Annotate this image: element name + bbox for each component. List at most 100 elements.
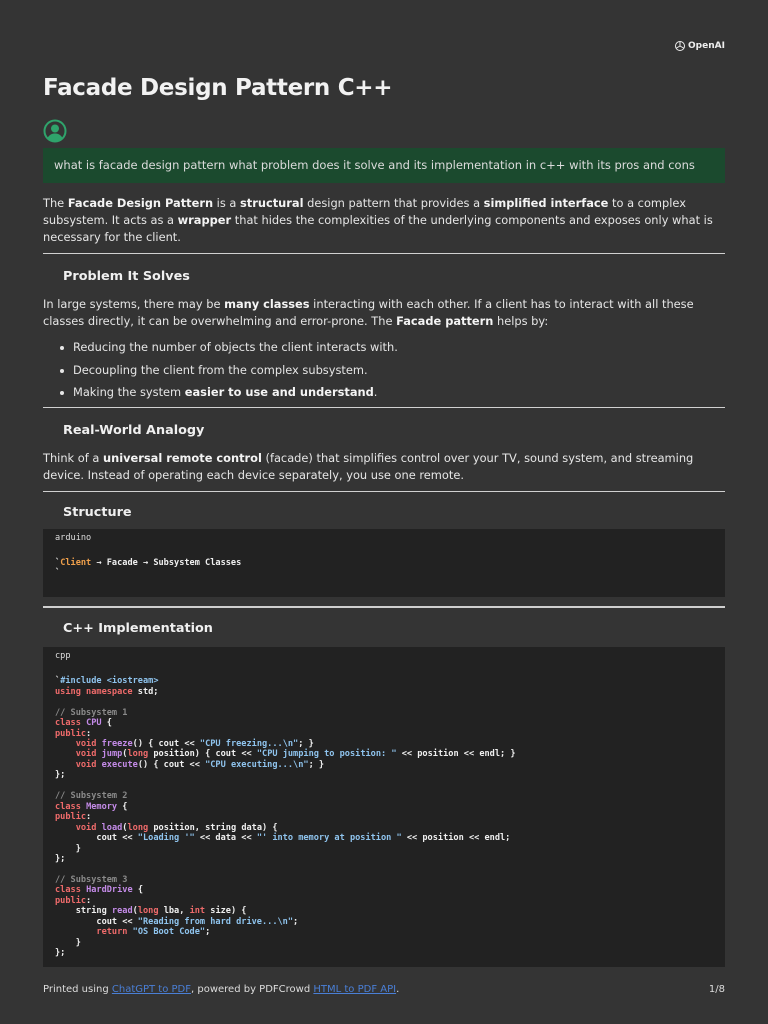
user-avatar-icon: [43, 119, 67, 143]
code-token: :: [86, 812, 92, 823]
footer: Printed using ChatGPT to PDF, powered by…: [43, 984, 725, 995]
code-token: std;: [132, 686, 159, 697]
code-token: int: [189, 906, 206, 917]
code-token: "CPU executing...\n": [205, 759, 309, 770]
code-token: `: [55, 568, 61, 579]
bullet-item: Making the system easier to use and unde…: [43, 384, 725, 401]
analogy-paragraph: Think of a universal remote control (fac…: [43, 450, 725, 484]
code-token: // Subsystem 2: [55, 791, 128, 802]
code-token: };: [55, 853, 66, 864]
heading-implementation: C++ Implementation: [63, 620, 213, 636]
footer-prefix: Printed using: [43, 984, 112, 995]
code-line: void execute() { cout << "CPU executing.…: [55, 760, 713, 770]
bold-text: Facade pattern: [396, 314, 494, 328]
text-segment: Think of a: [43, 450, 103, 465]
code-token: lba,: [158, 906, 190, 917]
code-line: };: [55, 948, 713, 958]
text-segment: design pattern that provides a: [303, 196, 484, 210]
code-token: long: [127, 749, 149, 760]
heading-structure: Structure: [63, 504, 132, 520]
openai-icon: [675, 41, 685, 51]
code-line: `#include <iostream>: [55, 676, 713, 686]
code-token: () { cout <<: [137, 759, 206, 770]
code-token: void: [75, 749, 97, 760]
bold-text: many classes: [224, 297, 310, 311]
bold-text: wrapper: [177, 213, 232, 227]
code-token: };: [55, 948, 66, 959]
code-line: cout << "Reading from hard drive...\n";: [55, 917, 713, 927]
code-token: void: [75, 759, 97, 770]
code-token: };: [55, 770, 66, 781]
bold-text: Facade Design Pattern: [67, 196, 214, 210]
bold-text: easier to use and understand: [184, 385, 374, 399]
intro-paragraph: The Facade Design Pattern is a structura…: [43, 195, 725, 246]
code-token: {: [132, 885, 143, 896]
code-line: using namespace std;: [55, 687, 713, 697]
code-block-structure[interactable]: arduino `Client → Facade → Subsystem Clas…: [43, 528, 725, 597]
code-token: class: [55, 885, 81, 896]
code-token: ; }: [308, 759, 325, 770]
text-segment: Making the system: [73, 385, 185, 399]
code-token: → Facade → Subsystem Classes: [91, 557, 242, 568]
code-block-implementation[interactable]: cpp `#include <iostream> using namespace s…: [43, 646, 725, 967]
footer-middle: , powered by PDFCrowd: [191, 984, 314, 995]
code-line: }: [55, 938, 713, 948]
code-line: public:: [55, 729, 713, 739]
code-token: return: [96, 927, 128, 938]
code-token: cout <<: [55, 916, 138, 927]
code-token: }: [55, 937, 81, 948]
code-line: };: [55, 770, 713, 780]
code-token: "CPU jumping to position: ": [256, 749, 397, 760]
code-token: public: [55, 895, 87, 906]
divider: [43, 406, 725, 408]
text-segment: is a: [213, 196, 241, 210]
code-line: // Subsystem 3: [55, 875, 713, 885]
problem-bullets: Reducing the number of objects the clien…: [43, 339, 725, 401]
code-token: Memory: [86, 801, 118, 812]
html-to-pdf-api-link[interactable]: HTML to PDF API: [313, 984, 396, 995]
logo-text: OpenAI: [688, 41, 725, 51]
code-token: load: [101, 822, 123, 833]
code-line: };: [55, 854, 713, 864]
code-token: void: [75, 739, 97, 750]
code-line: return "OS Boot Code";: [55, 927, 713, 937]
code-token: HardDrive: [86, 885, 133, 896]
code-token: () { cout <<: [132, 739, 200, 750]
text-segment: Decoupling the client from the complex s…: [73, 362, 368, 377]
code-line: void freeze() { cout << "CPU freezing...…: [55, 739, 713, 749]
code-token: << data <<: [194, 833, 257, 844]
code-line: class CPU {: [55, 718, 713, 728]
text-segment: helps by:: [493, 314, 549, 328]
code-line: class HardDrive {: [55, 885, 713, 895]
code-line: string read(long lba, int size) {: [55, 906, 713, 916]
code-token: {: [117, 801, 128, 812]
code-token: class: [55, 718, 81, 729]
text-segment: Reducing the number of objects the clien…: [73, 340, 398, 354]
chatgpt-to-pdf-link[interactable]: ChatGPT to PDF: [112, 984, 191, 995]
code-token: long: [137, 906, 159, 917]
footer-suffix: .: [396, 984, 400, 995]
footer-credit: Printed using ChatGPT to PDF, powered by…: [43, 984, 399, 995]
user-prompt: what is facade design pattern what probl…: [43, 148, 725, 183]
code-token: ;: [293, 916, 299, 927]
code-line: public:: [55, 896, 713, 906]
code-token: "Reading from hard drive...\n": [137, 916, 294, 927]
bold-text: simplified interface: [483, 196, 609, 210]
code-token: freeze: [101, 739, 133, 750]
code-line: `Client → Facade → Subsystem Classes: [55, 558, 713, 568]
openai-logo: OpenAI: [674, 40, 725, 52]
code-token: << position << endl; }: [396, 749, 516, 760]
text-segment: In large systems, there may be: [43, 297, 225, 311]
code-token: "CPU freezing...\n": [199, 739, 299, 750]
response-content: The Facade Design Pattern is a structura…: [43, 195, 725, 967]
code-token: :: [86, 895, 92, 906]
code-line: void load(long position, string data) {: [55, 823, 713, 833]
code-token: // Subsystem 1: [55, 707, 128, 718]
divider: [43, 490, 725, 492]
code-token: "' into memory at position ": [256, 833, 402, 844]
code-token: << position << endl;: [401, 833, 511, 844]
code-token: size) {: [205, 906, 247, 917]
code-line: // Subsystem 1: [55, 708, 713, 718]
